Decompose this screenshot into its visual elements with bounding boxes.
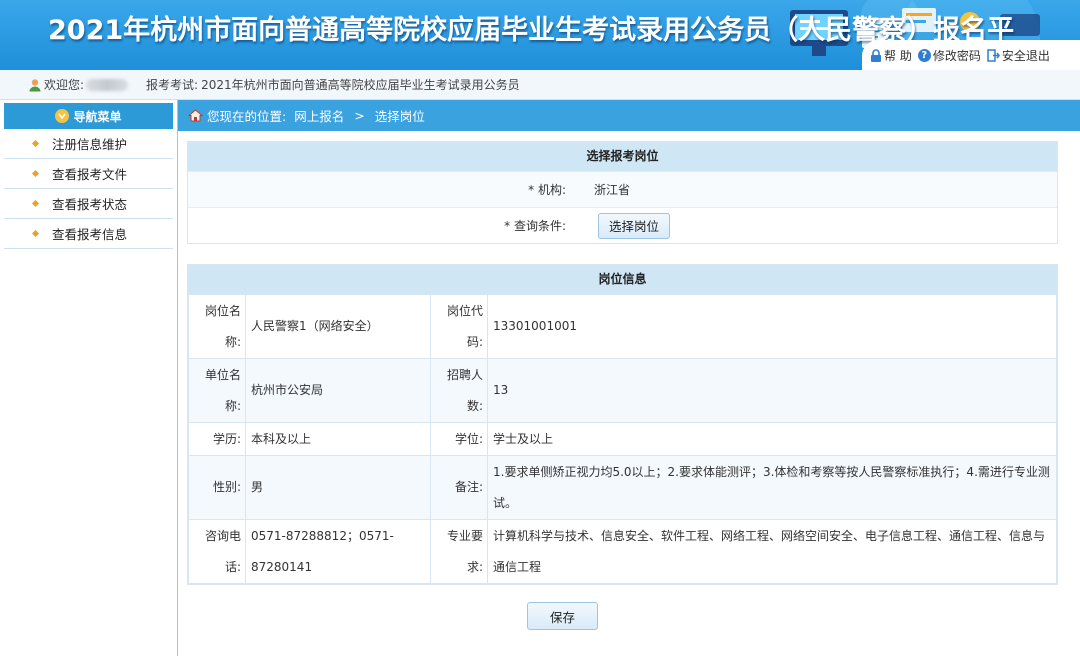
user-info-bar: 欢迎您: 报考考试: 2021年杭州市面向普通高等院校应届毕业生考试录用公务员: [0, 70, 1080, 100]
unit-name-label: 单位名称:: [188, 358, 246, 423]
sidebar-item-exam-status[interactable]: 查看报考状态: [4, 189, 173, 219]
degree-label: 学位:: [430, 422, 488, 456]
exam-name: 2021年杭州市面向普通高等院校应届毕业生考试录用公务员: [201, 78, 520, 92]
gender-value: 男: [245, 455, 431, 520]
save-area: 保存: [527, 602, 598, 630]
major-requirement-label: 专业要求:: [430, 519, 488, 584]
home-icon: [188, 109, 203, 122]
user-icon: [29, 78, 41, 91]
main-content: 您现在的位置: 网上报名 > 选择岗位 选择报考岗位 * 机构: 浙江省 * 查…: [178, 100, 1080, 656]
logout-icon: [987, 48, 1000, 62]
gender-label: 性别:: [188, 455, 246, 520]
chevron-down-icon: [55, 109, 70, 123]
remarks-label: 备注:: [430, 455, 488, 520]
logout-label: 安全退出: [1001, 48, 1050, 63]
table-row: 单位名称: 杭州市公安局 招聘人数: 13: [188, 358, 1057, 423]
nav-menu-title: 导航菜单: [73, 109, 122, 124]
position-code-label: 岗位代码:: [430, 294, 488, 359]
table-row: 岗位名称: 人民警察1（网络安全） 岗位代码: 13301001001: [188, 294, 1057, 359]
position-code-value: 13301001001: [487, 294, 1057, 359]
breadcrumb: 您现在的位置: 网上报名 > 选择岗位: [178, 100, 1080, 131]
unit-name-value: 杭州市公安局: [245, 358, 431, 423]
username-redacted: [86, 78, 129, 91]
save-button[interactable]: 保存: [527, 602, 598, 630]
position-info-title: 岗位信息: [188, 265, 1057, 294]
org-label: * 机构:: [528, 183, 566, 197]
contact-phone-label: 咨询电话:: [188, 519, 246, 584]
welcome-label: 欢迎您:: [44, 78, 85, 92]
sidebar: 导航菜单 注册信息维护 查看报考文件 查看报考状态 查看报考信息: [0, 100, 178, 656]
hire-count-value: 13: [487, 358, 1057, 423]
help-link[interactable]: 帮 助: [870, 47, 912, 64]
change-password-link[interactable]: ? 修改密码: [917, 47, 981, 64]
breadcrumb-level1[interactable]: 网上报名: [294, 106, 344, 125]
lock-icon: [871, 48, 881, 62]
contact-phone-value: 0571-87288812；0571-87280141: [245, 519, 431, 584]
position-name-label: 岗位名称:: [188, 294, 246, 359]
sidebar-item-label: 注册信息维护: [52, 137, 128, 152]
question-icon: ?: [917, 48, 931, 62]
breadcrumb-prefix: 您现在的位置:: [207, 109, 287, 124]
remarks-value: 1.要求单侧矫正视力均5.0以上；2.要求体能测评；3.体检和考察等按人民警察标…: [487, 455, 1057, 520]
select-position-title: 选择报考岗位: [188, 142, 1057, 171]
sidebar-item-registration-info[interactable]: 注册信息维护: [4, 129, 173, 159]
major-requirement-value: 计算机科学与技术、信息安全、软件工程、网络工程、网络空间安全、电子信息工程、通信…: [487, 519, 1057, 584]
logout-link[interactable]: 安全退出: [987, 47, 1050, 64]
position-info-table: 岗位名称: 人民警察1（网络安全） 岗位代码: 13301001001 单位名称…: [188, 294, 1057, 584]
position-name-value: 人民警察1（网络安全）: [245, 294, 431, 359]
header-links: 帮 助 ? 修改密码 安全退出: [862, 40, 1080, 70]
breadcrumb-separator: >: [354, 108, 365, 123]
nav-menu-header[interactable]: 导航菜单: [4, 103, 173, 129]
education-label: 学历:: [188, 422, 246, 456]
sidebar-item-label: 查看报考文件: [52, 167, 128, 182]
query-label: * 查询条件:: [504, 219, 566, 233]
table-row: 咨询电话: 0571-87288812；0571-87280141 专业要求: …: [188, 519, 1057, 584]
exam-label: 报考考试:: [146, 78, 199, 92]
org-value: 浙江省: [594, 183, 631, 197]
choose-position-button[interactable]: 选择岗位: [598, 212, 671, 239]
position-info-panel: 岗位信息 岗位名称: 人民警察1（网络安全） 岗位代码: 13301001001…: [187, 264, 1058, 585]
table-row: 学历: 本科及以上 学位: 学士及以上: [188, 422, 1057, 456]
breadcrumb-level2: 选择岗位: [374, 109, 425, 124]
query-row: * 查询条件: 选择岗位: [188, 207, 1057, 243]
org-row: * 机构: 浙江省: [188, 171, 1057, 207]
hire-count-label: 招聘人数:: [430, 358, 488, 423]
sidebar-item-label: 查看报考状态: [52, 197, 128, 212]
help-label: 帮 助: [884, 48, 912, 63]
header-banner: 2021年杭州市面向普通高等院校应届毕业生考试录用公务员（人民警察）报名平 帮 …: [0, 0, 1080, 70]
sidebar-item-exam-info[interactable]: 查看报考信息: [4, 219, 173, 249]
change-password-label: 修改密码: [932, 48, 981, 63]
sidebar-item-exam-files[interactable]: 查看报考文件: [4, 159, 173, 189]
degree-value: 学士及以上: [487, 422, 1057, 456]
education-value: 本科及以上: [245, 422, 431, 456]
select-position-panel: 选择报考岗位 * 机构: 浙江省 * 查询条件: 选择岗位: [187, 141, 1058, 244]
sidebar-item-label: 查看报考信息: [52, 227, 128, 242]
table-row: 性别: 男 备注: 1.要求单侧矫正视力均5.0以上；2.要求体能测评；3.体检…: [188, 455, 1057, 520]
